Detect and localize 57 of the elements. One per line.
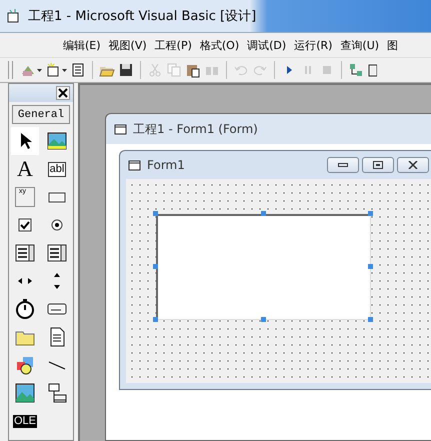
menu-editor-icon [70,62,86,78]
form-title: Form1 [147,158,185,172]
add-form-icon [45,62,61,78]
toolbox-tool[interactable]: A [11,155,39,183]
close-button[interactable] [397,157,429,173]
resize-handle[interactable] [260,211,266,216]
resize-handle[interactable] [368,317,373,322]
close-icon [58,88,68,98]
window-title: 工程1 - Microsoft Visual Basic [设计] [28,8,256,25]
combo-box-icon [14,242,36,264]
resize-handle[interactable] [260,317,266,322]
menu-item[interactable]: 编辑(E) [62,36,102,54]
menu-item[interactable]: 查询(U) [339,36,380,54]
scissors-icon [147,62,163,78]
form-icon [128,158,142,172]
menu-item[interactable]: 调试(D) [246,36,288,54]
menu-item[interactable]: 视图(V) [108,36,148,54]
ole-icon: OLE [12,414,37,428]
list-box-icon [46,242,68,264]
project-explorer-icon [348,62,364,78]
horizontal-scrollbar-icon [17,277,33,285]
caret-icon [37,68,42,72]
toolbox-tab[interactable]: General [12,105,70,124]
caret-icon [62,68,67,72]
textbox-icon: abl [48,162,66,176]
form-icon [114,122,128,136]
picture-box-control[interactable] [156,214,371,320]
resize-handle[interactable] [368,264,373,269]
resize-handle[interactable] [368,211,373,216]
resize-handle[interactable] [153,211,158,216]
maximize-icon [373,161,383,169]
toolbox-tool[interactable] [11,127,39,155]
menu-item[interactable]: 工程(P) [154,36,193,54]
properties-icon [367,62,377,78]
close-button[interactable] [56,86,70,100]
clipboard-icon [185,62,201,78]
save-icon [118,62,134,78]
menu-item[interactable]: 运行(R) [293,36,334,54]
close-icon [408,161,418,169]
menu-item[interactable]: 格式(O) [198,36,240,54]
toolbox-tool[interactable]: abl [43,155,71,183]
picture-box-icon [46,130,68,152]
image-icon [14,382,36,404]
stopwatch-icon [14,298,36,320]
resize-handle[interactable] [153,317,158,322]
label-icon: A [17,158,33,180]
data-control-icon [46,382,68,404]
resize-handle[interactable] [153,264,158,269]
minimize-button[interactable] [327,157,359,173]
window-title: 工程1 - Form1 (Form) [133,120,258,138]
maximize-button[interactable] [362,157,394,173]
minimize-icon [338,162,348,168]
toolbox-tool[interactable]: OLE [11,407,39,435]
menu-item[interactable]: 图 [386,36,400,54]
shapes-icon [14,354,36,376]
vertical-scrollbar-icon [53,272,61,290]
copy-icon [166,62,182,78]
